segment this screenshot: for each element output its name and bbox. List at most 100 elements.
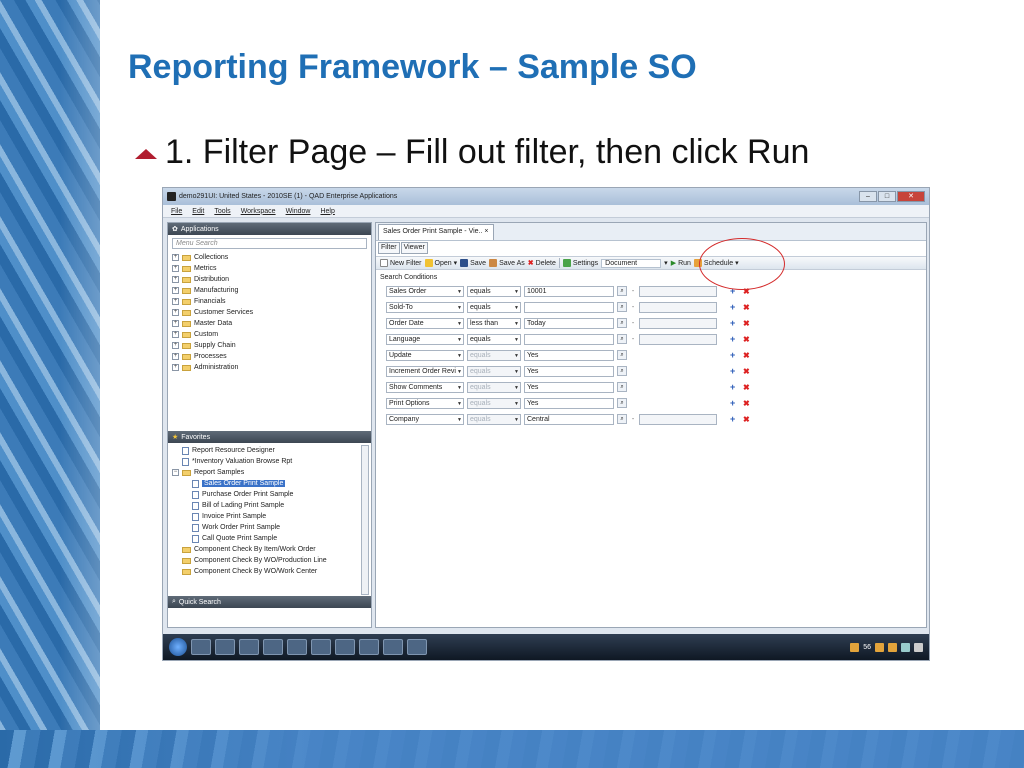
tab-viewer[interactable]: Viewer (400, 242, 428, 254)
operator-select[interactable]: equals ▼ (467, 365, 521, 377)
document-select[interactable]: Document (601, 258, 662, 268)
value-input[interactable]: Yes (524, 381, 614, 393)
tree-item-custom[interactable]: + Custom (172, 329, 371, 340)
value-input[interactable] (524, 333, 614, 345)
close-icon[interactable]: × (484, 228, 488, 235)
operator-select[interactable]: equals ▼ (467, 301, 521, 313)
open-button[interactable]: Open ▾ (424, 259, 457, 267)
operator-select[interactable]: equals ▼ (467, 381, 521, 393)
expand-icon[interactable]: + (172, 342, 179, 349)
tray-icon[interactable] (875, 642, 884, 652)
lookup-icon[interactable]: ⌕ (617, 286, 627, 296)
add-condition-icon[interactable]: + (730, 398, 740, 408)
lookup-icon[interactable]: ⌕ (617, 382, 627, 392)
value-input[interactable]: Today (524, 317, 614, 329)
operator-select[interactable]: equals ▼ (467, 285, 521, 297)
taskbar-app-icon[interactable] (287, 639, 307, 655)
field-select[interactable]: Update ▼ (386, 349, 464, 361)
menu-search-input[interactable]: Menu Search (172, 238, 367, 249)
taskbar-app-icon[interactable] (311, 639, 331, 655)
lookup-icon[interactable]: ⌕ (617, 350, 627, 360)
expand-icon[interactable]: + (172, 298, 179, 305)
favorite-item[interactable]: Component Check By WO/Work Center (172, 566, 371, 577)
tree-item-master-data[interactable]: + Master Data (172, 318, 371, 329)
settings-button[interactable]: Settings (562, 259, 598, 267)
maximize-button[interactable]: □ (878, 191, 896, 202)
taskbar-app-icon[interactable] (335, 639, 355, 655)
taskbar-app-icon[interactable] (239, 639, 259, 655)
quick-search-header[interactable]: ⌕ Quick Search (168, 596, 371, 608)
menu-workspace[interactable]: Workspace (241, 208, 276, 215)
run-button[interactable]: ▶ Run (671, 259, 691, 268)
lookup-icon[interactable]: ⌕ (617, 398, 627, 408)
tree-item-collections[interactable]: + Collections (172, 252, 371, 263)
value-input[interactable]: 10001 (524, 285, 614, 297)
remove-condition-icon[interactable]: ✖ (743, 335, 753, 344)
field-select[interactable]: Print Options ▼ (386, 397, 464, 409)
volume-icon[interactable] (914, 642, 923, 652)
favorite-item[interactable]: Report Resource Designer (172, 445, 371, 456)
remove-condition-icon[interactable]: ✖ (743, 367, 753, 376)
favorite-folder-report-samples[interactable]: − Report Samples (172, 467, 371, 478)
expand-icon[interactable]: + (172, 320, 179, 327)
tree-item-supply-chain[interactable]: + Supply Chain (172, 340, 371, 351)
tree-item-manufacturing[interactable]: + Manufacturing (172, 285, 371, 296)
field-select[interactable]: Show Comments ▼ (386, 381, 464, 393)
taskbar-app-icon[interactable] (215, 639, 235, 655)
collapse-icon[interactable]: − (172, 469, 179, 476)
lookup-icon[interactable]: ⌕ (617, 414, 627, 424)
lookup-icon[interactable]: ⌕ (617, 334, 627, 344)
value-input[interactable]: Central (524, 413, 614, 425)
menu-window[interactable]: Window (286, 208, 311, 215)
remove-condition-icon[interactable]: ✖ (743, 303, 753, 312)
favorite-item[interactable]: Work Order Print Sample (172, 522, 371, 533)
delete-button[interactable]: ✖ Delete (528, 259, 556, 268)
expand-icon[interactable]: + (172, 309, 179, 316)
remove-condition-icon[interactable]: ✖ (743, 399, 753, 408)
field-select[interactable]: Increment Order Revi ▼ (386, 365, 464, 377)
tree-item-processes[interactable]: + Processes (172, 351, 371, 362)
tray-icon[interactable] (888, 642, 897, 652)
favorite-item[interactable]: Invoice Print Sample (172, 511, 371, 522)
tree-item-distribution[interactable]: + Distribution (172, 274, 371, 285)
menu-edit[interactable]: Edit (192, 208, 204, 215)
operator-select[interactable]: less than ▼ (467, 317, 521, 329)
menu-help[interactable]: Help (320, 208, 334, 215)
tree-item-customer-services[interactable]: + Customer Services (172, 307, 371, 318)
expand-icon[interactable]: + (172, 287, 179, 294)
taskbar-app-icon[interactable] (407, 639, 427, 655)
expand-icon[interactable]: + (172, 265, 179, 272)
tray-icon[interactable] (850, 642, 860, 652)
start-button[interactable] (169, 638, 187, 656)
remove-condition-icon[interactable]: ✖ (743, 319, 753, 328)
applications-header[interactable]: ✿ Applications (168, 223, 371, 235)
lookup-icon[interactable]: ⌕ (617, 302, 627, 312)
taskbar-app-icon[interactable] (383, 639, 403, 655)
add-condition-icon[interactable]: + (730, 382, 740, 392)
lookup-icon[interactable]: ⌕ (617, 318, 627, 328)
add-condition-icon[interactable]: + (730, 302, 740, 312)
field-select[interactable]: Sales Order ▼ (386, 285, 464, 297)
remove-condition-icon[interactable]: ✖ (743, 415, 753, 424)
expand-icon[interactable]: + (172, 364, 179, 371)
expand-icon[interactable]: + (172, 254, 179, 261)
menu-tools[interactable]: Tools (214, 208, 230, 215)
remove-condition-icon[interactable]: ✖ (743, 351, 753, 360)
minimize-button[interactable]: – (859, 191, 877, 202)
range-end-input[interactable] (639, 301, 717, 313)
favorite-item[interactable]: Call Quote Print Sample (172, 533, 371, 544)
add-condition-icon[interactable]: + (730, 318, 740, 328)
tree-item-administration[interactable]: + Administration (172, 362, 371, 373)
favorites-header[interactable]: ★ Favorites (168, 431, 371, 443)
favorite-item[interactable]: Component Check By WO/Production Line (172, 555, 371, 566)
remove-condition-icon[interactable]: ✖ (743, 383, 753, 392)
range-end-input[interactable] (639, 317, 717, 329)
value-input[interactable]: Yes (524, 349, 614, 361)
document-tab[interactable]: Sales Order Print Sample - Vie.. × (378, 224, 494, 240)
tree-item-financials[interactable]: + Financials (172, 296, 371, 307)
tree-item-metrics[interactable]: + Metrics (172, 263, 371, 274)
range-end-input[interactable] (639, 333, 717, 345)
expand-icon[interactable]: + (172, 353, 179, 360)
save-as-button[interactable]: Save As (489, 259, 525, 267)
tab-filter[interactable]: Filter (378, 242, 400, 254)
